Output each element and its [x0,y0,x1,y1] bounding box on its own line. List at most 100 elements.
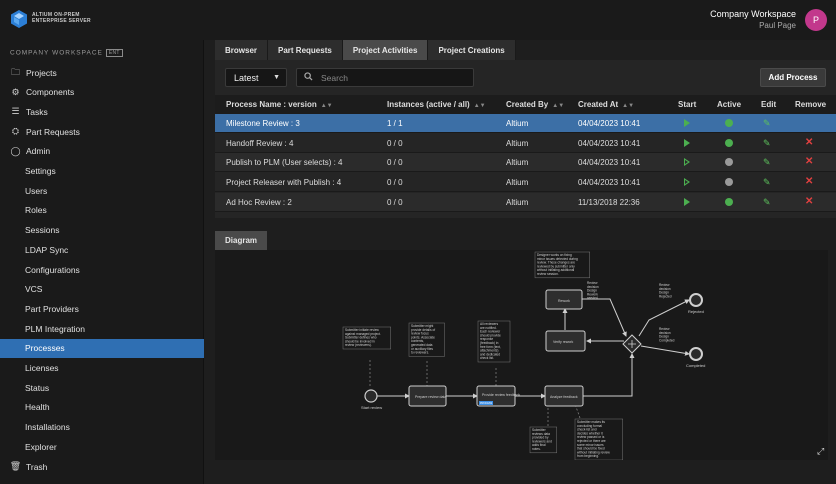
sidebar-item-label: Part Providers [25,303,79,314]
tasks-icon: ☰ [11,106,20,117]
start-process-icon[interactable] [684,138,690,147]
remove-icon[interactable]: ✕ [805,196,813,207]
avatar[interactable]: P [805,9,827,31]
sidebar-item-vcs[interactable]: VCS [0,280,204,299]
start-process-icon[interactable] [684,178,690,187]
tab-browser[interactable]: Browser [215,40,269,60]
sidebar-item-label: Configurations [25,264,80,275]
table-row[interactable]: Ad Hoc Review : 2 0 / 0 Altium 11/13/2018 2… [215,192,836,212]
process-name-cell: Handoff Review : 4 [226,138,294,148]
end-rejected[interactable] [689,293,703,307]
task-analyze-label: Analyze feedback [550,395,578,399]
chevron-down-icon: ▼ [273,74,280,81]
sidebar-item-roles[interactable]: Roles [0,201,204,220]
sidebar-item-label: Installations [25,422,70,433]
sidebar-item-settings[interactable]: Settings [0,162,204,181]
start-process-icon[interactable] [684,158,690,167]
task-rework[interactable]: Rework [545,289,583,310]
part-requests-icon: ⛭ [11,126,20,137]
sidebar-item-label: Settings [25,166,56,176]
sidebar-item-trash[interactable]: 🗑 Trash [0,457,204,476]
decision-gateway[interactable] [622,334,642,354]
task-analyze-feedback[interactable]: Analyze feedback [544,385,584,407]
tab-project-activities[interactable]: Project Activities [342,40,429,60]
remove-icon[interactable]: ✕ [805,137,813,148]
edit-icon[interactable]: ✎ [763,138,771,149]
note-designer-rework: review session. [537,272,559,276]
note-submitter-initiate: review (reviewers). [345,343,372,347]
sidebar-item-licenses[interactable]: Licenses [0,359,204,378]
created-by-cell: Altium [506,138,529,148]
instances-cell: 0 / 0 [387,158,403,168]
add-process-button[interactable]: Add Process [760,68,826,87]
col-label: Instances (active / all) [387,100,470,109]
edit-icon[interactable]: ✎ [763,118,771,129]
table-row[interactable]: Milestone Review : 3 1 / 1 Altium 04/04/202… [215,114,836,133]
task-provide-feedback[interactable]: Provide review feedback PROCESS [476,385,520,407]
col-process-name[interactable]: Process Name : version ▲▼ [226,100,333,109]
table-row[interactable]: Handoff Review : 4 0 / 0 Altium 04/04/2023 … [215,133,836,153]
sidebar-item-label: Sessions [25,225,60,236]
edge-label-rework: needed [587,296,598,300]
sidebar-item-part-requests[interactable]: ⛭ Part Requests [0,122,204,141]
tab-diagram[interactable]: Diagram [215,231,268,250]
remove-icon[interactable]: ✕ [805,156,813,167]
search-input[interactable] [321,72,461,83]
created-by-cell: Altium [506,178,529,188]
sidebar-item-label: Explorer [25,441,57,452]
sidebar-item-components[interactable]: ⚙ Components [0,83,204,102]
sidebar-item-label: Users [25,185,48,196]
sidebar-item-label: Licenses [25,363,59,373]
altium-logo-icon[interactable] [10,10,28,28]
start-label: Start review [361,405,382,410]
sidebar-item-installations[interactable]: Installations [0,418,204,437]
sidebar-item-plm-integration[interactable]: PLM Integration [0,319,204,338]
sidebar-item-projects[interactable]: 🗀 Projects [0,63,204,82]
search-box[interactable] [296,68,474,87]
sidebar-item-admin[interactable]: ◯ Admin [0,142,204,161]
start-process-icon[interactable] [684,197,690,206]
task-verify-rework[interactable]: Verify rework [545,330,586,352]
sidebar-item-explorer[interactable]: Explorer [0,437,204,456]
sidebar-item-configurations[interactable]: Configurations [0,260,204,279]
start-process-icon[interactable] [684,119,690,127]
edit-icon[interactable]: ✎ [763,177,771,188]
sidebar-item-tasks[interactable]: ☰ Tasks [0,102,204,121]
created-by-cell: Altium [506,119,529,128]
col-created-at[interactable]: Created At ▲▼ [578,100,634,109]
created-by-cell: Altium [506,197,529,207]
sidebar-item-label: LDAP Sync [25,244,69,255]
sidebar: COMPANY WORKSPACE ENT 🗀 Projects ⚙ Component… [0,40,204,484]
sidebar-item-status[interactable]: Status [0,378,204,397]
created-at-cell: 04/04/2023 10:41 [578,138,641,148]
active-status-icon [725,178,733,187]
tab-part-requests[interactable]: Part Requests [268,40,343,60]
start-event[interactable] [364,389,378,403]
sidebar-item-users[interactable]: Users [0,181,204,200]
active-status-icon [725,197,733,206]
version-filter-select[interactable]: Latest ▼ [225,68,287,87]
process-name-cell: Publish to PLM (User selects) : 4 [226,158,343,168]
sidebar-item-sessions[interactable]: Sessions [0,221,204,240]
tab-project-creations[interactable]: Project Creations [428,40,516,60]
task-prepare-label: Prepare review data [415,395,446,399]
sidebar-item-part-providers[interactable]: Part Providers [0,299,204,318]
edit-icon[interactable]: ✎ [763,197,771,208]
remove-icon[interactable]: ✕ [805,176,813,187]
col-created-by[interactable]: Created By ▲▼ [506,100,564,109]
edit-icon[interactable]: ✎ [763,157,771,168]
task-provide-label: Provide review feedback [482,393,520,397]
col-active: Active [717,100,742,109]
sidebar-item-ldap-sync[interactable]: LDAP Sync [0,240,204,259]
edge-label-rejected: Rejected [659,294,672,298]
fullscreen-icon[interactable]: ⤢ [817,446,824,457]
task-prepare-review[interactable]: Prepare review data [408,385,447,407]
table-row[interactable]: Project Releaser with Publish : 4 0 / 0 Al… [215,173,836,193]
sidebar-item-processes[interactable]: Processes [0,338,204,358]
sidebar-item-health[interactable]: Health [0,398,204,417]
sidebar-item-label: Part Requests [26,126,80,137]
sidebar-item-label: Health [25,402,50,413]
table-row[interactable]: Publish to PLM (User selects) : 4 0 / 0 Al… [215,153,836,173]
end-completed[interactable] [689,347,703,361]
col-instances[interactable]: Instances (active / all) ▲▼ [387,100,486,109]
